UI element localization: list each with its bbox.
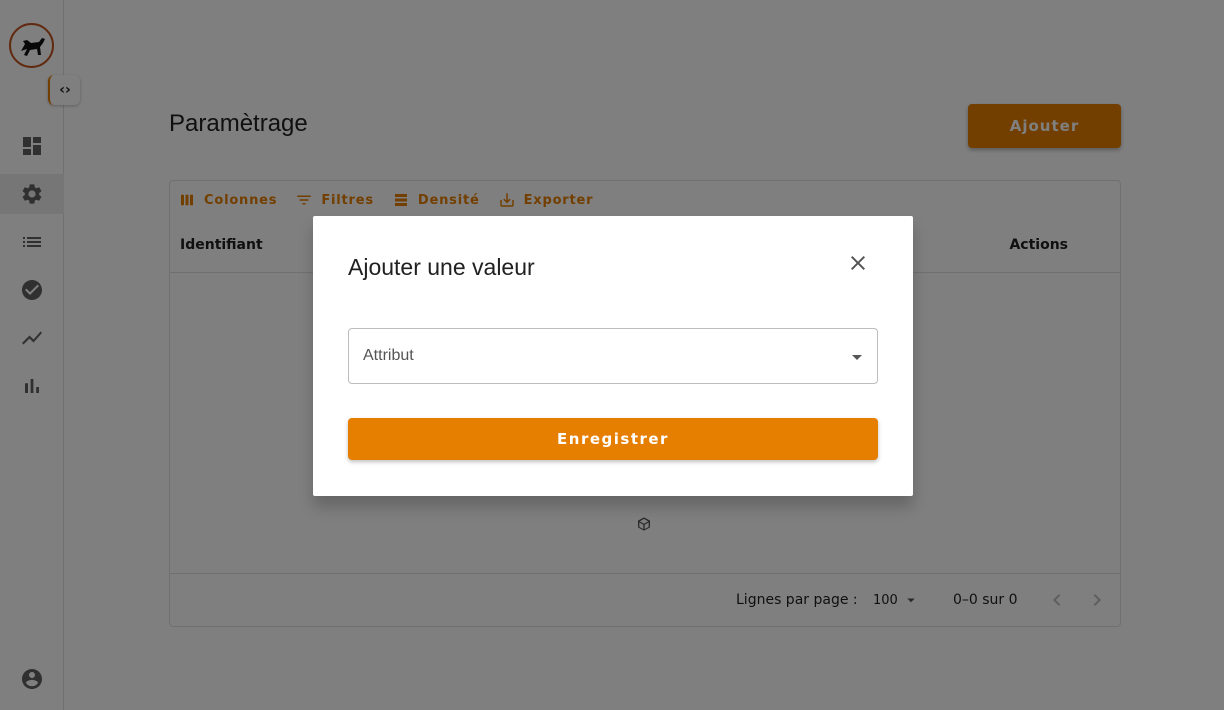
save-button[interactable]: Enregistrer — [348, 418, 878, 460]
add-value-dialog: Ajouter une valeur Attribut Enregistrer — [313, 216, 913, 496]
dialog-title: Ajouter une valeur — [348, 254, 535, 280]
close-dialog-button[interactable] — [843, 248, 873, 278]
select-caret-icon — [845, 345, 869, 369]
close-icon — [851, 256, 865, 270]
attribute-select-label: Attribut — [363, 347, 414, 364]
attribute-select[interactable]: Attribut — [348, 328, 878, 384]
